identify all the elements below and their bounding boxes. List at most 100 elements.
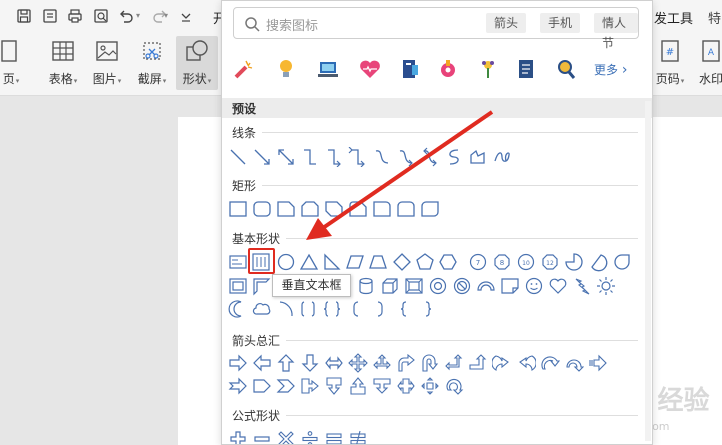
half-frame-shape-icon[interactable] — [252, 276, 272, 296]
left-brace-shape-icon[interactable] — [394, 299, 414, 319]
heptagon-shape-icon[interactable]: 7 — [468, 252, 488, 272]
tab-partial-right[interactable]: 特 — [708, 8, 721, 27]
curved-connector-shape-icon[interactable] — [372, 147, 392, 167]
export-pdf-icon[interactable] — [40, 6, 60, 26]
up-arrow-shape-icon[interactable] — [276, 353, 296, 373]
ribbon-watermark-button[interactable]: A 水印 — [694, 36, 722, 90]
snip-corner-rectangle-shape-icon[interactable] — [276, 199, 296, 219]
not-equal-shape-icon[interactable] — [348, 429, 368, 445]
no-symbol-shape-icon[interactable] — [452, 276, 472, 296]
undo-icon[interactable] — [116, 6, 136, 26]
divide-shape-icon[interactable] — [300, 429, 320, 445]
ribbon-table-button[interactable]: 表格▾ — [44, 36, 82, 90]
diamond-shape-icon[interactable] — [392, 252, 412, 272]
ribbon-page-number-button[interactable]: # 页码▾ — [650, 36, 690, 90]
redo-dropdown-chevron-icon[interactable]: ▾ — [164, 11, 168, 20]
up-arrow-callout-shape-icon[interactable] — [348, 376, 368, 396]
quad-arrow-callout-shape-icon[interactable] — [420, 376, 440, 396]
down-arrow-callout-shape-icon[interactable] — [324, 376, 344, 396]
lightbulb-icon[interactable] — [274, 57, 298, 81]
hexagon-shape-icon[interactable] — [438, 252, 458, 272]
circular-arrow-shape-icon[interactable] — [444, 376, 464, 396]
curved-up-arrow-shape-icon[interactable] — [540, 353, 560, 373]
heart-shape-icon[interactable] — [548, 276, 568, 296]
tag-arrow[interactable]: 箭头 — [486, 13, 527, 33]
minus-shape-icon[interactable] — [252, 429, 272, 445]
frame-shape-icon[interactable] — [228, 276, 248, 296]
customize-toolbar-icon[interactable] — [176, 6, 196, 26]
text-box-shape-icon[interactable] — [228, 252, 248, 272]
pentagon-arrow-shape-icon[interactable] — [252, 376, 272, 396]
pentagon-shape-icon[interactable] — [415, 252, 435, 272]
left-bracket-shape-icon[interactable] — [346, 299, 366, 319]
plus-shape-icon[interactable] — [228, 429, 248, 445]
right-brace-shape-icon[interactable] — [418, 299, 438, 319]
curved-down-arrow-shape-icon[interactable] — [564, 353, 584, 373]
smiley-face-shape-icon[interactable] — [524, 276, 544, 296]
u-turn-arrow-shape-icon[interactable] — [420, 353, 440, 373]
bent-up-arrow-shape-icon[interactable] — [468, 353, 488, 373]
round-same-side-rectangle-shape-icon[interactable] — [396, 199, 416, 219]
freeform-shape-icon[interactable] — [468, 147, 488, 167]
right-arrow-shape-icon[interactable] — [228, 353, 248, 373]
left-right-up-arrow-shape-icon[interactable] — [372, 353, 392, 373]
arrow-line-shape-icon[interactable] — [252, 147, 272, 167]
more-icons-link[interactable]: 更多 › — [594, 61, 627, 78]
print-icon[interactable] — [65, 6, 85, 26]
elbow-double-arrow-shape-icon[interactable] — [348, 147, 368, 167]
notched-right-arrow-shape-icon[interactable] — [228, 376, 248, 396]
tab-developer-tools[interactable]: 发工具 — [654, 8, 693, 27]
rounded-rectangle-shape-icon[interactable] — [252, 199, 272, 219]
left-right-arrow-shape-icon[interactable] — [324, 353, 344, 373]
bevel-shape-icon[interactable] — [404, 276, 424, 296]
line-shape-icon[interactable] — [228, 147, 248, 167]
decagon-shape-icon[interactable]: 10 — [516, 252, 536, 272]
book-icon[interactable] — [398, 57, 422, 81]
equal-shape-icon[interactable] — [324, 429, 344, 445]
multiply-shape-icon[interactable] — [276, 429, 296, 445]
bent-arrow-shape-icon[interactable] — [396, 353, 416, 373]
scribble-shape-icon[interactable] — [492, 147, 512, 167]
panel-scrollbar[interactable] — [645, 101, 651, 441]
document-icon[interactable] — [514, 57, 538, 81]
can-shape-icon[interactable] — [356, 276, 376, 296]
quad-arrow-shape-icon[interactable] — [348, 353, 368, 373]
trapezoid-shape-icon[interactable] — [368, 252, 388, 272]
lightning-bolt-shape-icon[interactable] — [572, 276, 592, 296]
chord-shape-icon[interactable] — [588, 252, 608, 272]
curved-arrow-connector-shape-icon[interactable] — [396, 147, 416, 167]
ribbon-screenshot-button[interactable]: 截屏▾ — [132, 36, 172, 90]
save-icon[interactable] — [14, 6, 34, 26]
pie-shape-icon[interactable] — [564, 252, 584, 272]
ribbon-page-button[interactable]: 页▾ — [0, 36, 28, 90]
elbow-arrow-connector-shape-icon[interactable] — [324, 147, 344, 167]
octagon-shape-icon[interactable]: 8 — [492, 252, 512, 272]
icon-search-box[interactable]: 搜索图标 箭头 手机 情人节 — [233, 7, 639, 50]
striped-right-arrow-shape-icon[interactable] — [588, 353, 608, 373]
down-arrow-callout-alt-shape-icon[interactable] — [372, 376, 392, 396]
triangle-shape-icon[interactable] — [299, 252, 319, 272]
block-arc-shape-icon[interactable] — [476, 276, 496, 296]
ribbon-picture-button[interactable]: 图片▾ — [88, 36, 126, 90]
elbow-connector-shape-icon[interactable] — [300, 147, 320, 167]
donut-shape-icon[interactable] — [428, 276, 448, 296]
snip-diagonal-rectangle-shape-icon[interactable] — [324, 199, 344, 219]
firework-icon[interactable] — [232, 57, 256, 81]
curve-shape-icon[interactable] — [444, 147, 464, 167]
moon-shape-icon[interactable] — [228, 299, 248, 319]
cube-shape-icon[interactable] — [380, 276, 400, 296]
down-arrow-shape-icon[interactable] — [300, 353, 320, 373]
laptop-icon[interactable] — [316, 57, 340, 81]
left-arrow-shape-icon[interactable] — [252, 353, 272, 373]
double-arrow-line-shape-icon[interactable] — [276, 147, 296, 167]
tag-valentines[interactable]: 情人节 — [594, 13, 638, 50]
rectangle-shape-icon[interactable] — [228, 199, 248, 219]
right-triangle-shape-icon[interactable] — [322, 252, 342, 272]
flower-icon[interactable] — [476, 57, 500, 81]
round-single-corner-rectangle-shape-icon[interactable] — [372, 199, 392, 219]
ribbon-shape-button[interactable]: 形状▾ — [176, 36, 218, 90]
right-arrow-callout-shape-icon[interactable] — [300, 376, 320, 396]
undo-dropdown-chevron-icon[interactable]: ▾ — [136, 11, 140, 20]
mailbox-icon[interactable] — [436, 57, 460, 81]
print-preview-icon[interactable] — [91, 6, 111, 26]
